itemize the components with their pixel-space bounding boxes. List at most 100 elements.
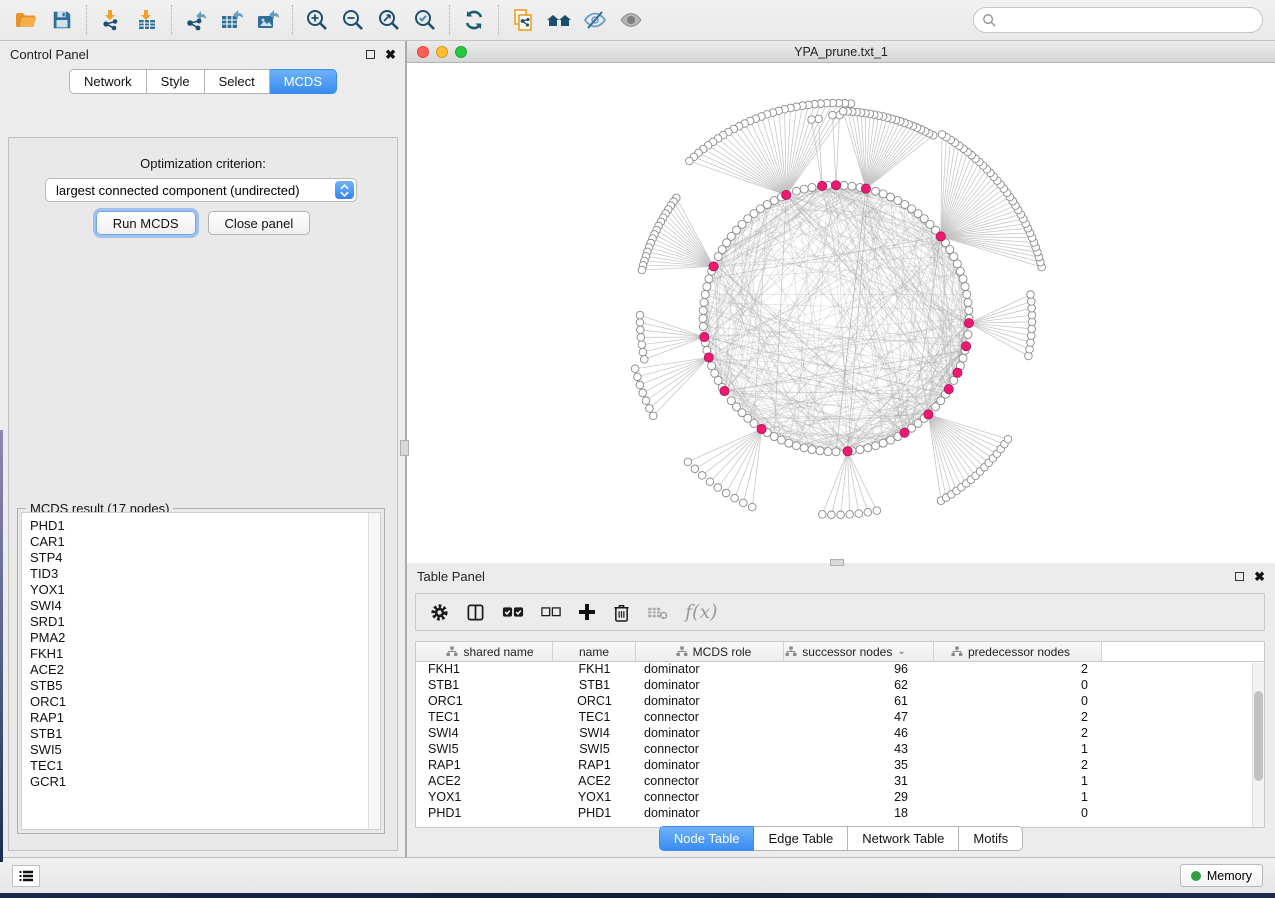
import-network-button[interactable] — [93, 4, 129, 36]
window-zoom-icon[interactable] — [455, 46, 467, 58]
mcds-list-scrollbar[interactable] — [368, 513, 380, 829]
cell-successor-nodes[interactable]: 96 — [784, 662, 934, 678]
column-header-shared-name[interactable]: shared name — [416, 642, 553, 661]
save-session-button[interactable] — [44, 4, 80, 36]
table-scrollbar[interactable] — [1252, 663, 1264, 827]
memory-button[interactable]: Memory — [1180, 864, 1263, 887]
function-builder-button[interactable]: f(x) — [685, 601, 718, 623]
mcds-result-item[interactable]: ORC1 — [30, 694, 372, 710]
cell-name[interactable]: TEC1 — [553, 710, 636, 726]
cell-successor-nodes[interactable]: 43 — [784, 742, 934, 758]
cell-predecessor-nodes[interactable]: 2 — [934, 662, 1102, 678]
table-row[interactable]: RAP1RAP1dominator352 — [416, 758, 1264, 774]
table-tab-node-table[interactable]: Node Table — [659, 826, 755, 851]
table-row[interactable]: SWI4SWI4dominator462 — [416, 726, 1264, 742]
cell-shared-name[interactable]: STB1 — [416, 678, 553, 694]
zoom-out-button[interactable] — [335, 4, 371, 36]
column-settings-button[interactable] — [430, 603, 449, 622]
cell-name[interactable]: RAP1 — [553, 758, 636, 774]
cell-successor-nodes[interactable]: 18 — [784, 806, 934, 822]
show-all-button[interactable] — [613, 4, 649, 36]
cell-MCDS-role[interactable]: dominator — [636, 726, 784, 742]
delete-row-button[interactable] — [613, 603, 630, 622]
export-table-button[interactable] — [214, 4, 250, 36]
mcds-result-item[interactable]: YOX1 — [30, 582, 372, 598]
cell-successor-nodes[interactable]: 47 — [784, 710, 934, 726]
cell-MCDS-role[interactable]: connector — [636, 790, 784, 806]
cell-shared-name[interactable]: RAP1 — [416, 758, 553, 774]
float-table-panel-icon[interactable] — [1235, 572, 1244, 581]
cell-name[interactable]: ORC1 — [553, 694, 636, 710]
horizontal-splitter-handle[interactable] — [830, 559, 844, 566]
select-all-button[interactable] — [502, 604, 524, 620]
mcds-result-list[interactable]: PHD1CAR1STP4TID3YOX1SWI4SRD1PMA2FKH1ACE2… — [22, 513, 380, 795]
cell-predecessor-nodes[interactable]: 2 — [934, 758, 1102, 774]
vertical-splitter-handle[interactable] — [400, 440, 409, 456]
mcds-result-item[interactable]: CAR1 — [30, 534, 372, 550]
cell-predecessor-nodes[interactable]: 1 — [934, 774, 1102, 790]
cell-successor-nodes[interactable]: 61 — [784, 694, 934, 710]
cell-MCDS-role[interactable]: connector — [636, 742, 784, 758]
export-image-button[interactable] — [250, 4, 286, 36]
cell-MCDS-role[interactable]: dominator — [636, 758, 784, 774]
mcds-result-item[interactable]: PHD1 — [30, 518, 372, 534]
cell-name[interactable]: SWI5 — [553, 742, 636, 758]
task-history-button[interactable] — [12, 865, 40, 887]
mcds-result-item[interactable]: SWI5 — [30, 742, 372, 758]
first-neighbors-button[interactable] — [541, 4, 577, 36]
search-box[interactable] — [973, 7, 1263, 33]
search-input[interactable] — [997, 10, 1262, 30]
delete-table-button[interactable] — [647, 605, 668, 620]
zoom-fit-button[interactable] — [371, 4, 407, 36]
cell-successor-nodes[interactable]: 35 — [784, 758, 934, 774]
table-row[interactable]: ACE2ACE2connector311 — [416, 774, 1264, 790]
mcds-result-item[interactable]: FKH1 — [30, 646, 372, 662]
criterion-dropdown[interactable]: largest connected component (undirected) — [45, 178, 357, 202]
mcds-result-item[interactable]: STB5 — [30, 678, 372, 694]
tab-style[interactable]: Style — [147, 69, 205, 94]
import-table-button[interactable] — [129, 4, 165, 36]
cell-name[interactable]: FKH1 — [553, 662, 636, 678]
column-header-predecessor-nodes[interactable]: predecessor nodes — [934, 642, 1102, 661]
mcds-result-item[interactable]: TEC1 — [30, 758, 372, 774]
cell-MCDS-role[interactable]: connector — [636, 774, 784, 790]
hide-selected-button[interactable] — [577, 4, 613, 36]
table-row[interactable]: PHD1PHD1dominator180 — [416, 806, 1264, 822]
float-panel-icon[interactable] — [366, 50, 375, 59]
mcds-result-item[interactable]: ACE2 — [30, 662, 372, 678]
refresh-layout-button[interactable] — [456, 4, 492, 36]
table-tab-edge-table[interactable]: Edge Table — [754, 826, 848, 851]
close-panel-button[interactable]: Close panel — [208, 211, 311, 235]
table-row[interactable]: STB1STB1dominator620 — [416, 678, 1264, 694]
close-table-panel-icon[interactable]: ✖ — [1254, 572, 1265, 581]
cell-shared-name[interactable]: SWI5 — [416, 742, 553, 758]
cell-predecessor-nodes[interactable]: 2 — [934, 726, 1102, 742]
cell-shared-name[interactable]: FKH1 — [416, 662, 553, 678]
cell-successor-nodes[interactable]: 31 — [784, 774, 934, 790]
mcds-result-item[interactable]: PMA2 — [30, 630, 372, 646]
window-close-icon[interactable] — [417, 46, 429, 58]
deselect-all-button[interactable] — [541, 605, 561, 619]
cell-predecessor-nodes[interactable]: 1 — [934, 742, 1102, 758]
table-row[interactable]: YOX1YOX1connector291 — [416, 790, 1264, 806]
show-columns-button[interactable] — [466, 603, 485, 622]
mcds-result-item[interactable]: TID3 — [30, 566, 372, 582]
cell-predecessor-nodes[interactable]: 0 — [934, 694, 1102, 710]
cell-shared-name[interactable]: ORC1 — [416, 694, 553, 710]
add-row-button[interactable] — [578, 603, 596, 621]
table-scrollbar-thumb[interactable] — [1254, 691, 1263, 781]
close-panel-icon[interactable]: ✖ — [385, 50, 396, 59]
cell-name[interactable]: STB1 — [553, 678, 636, 694]
cell-name[interactable]: PHD1 — [553, 806, 636, 822]
network-canvas[interactable] — [407, 63, 1275, 563]
mcds-result-item[interactable]: SWI4 — [30, 598, 372, 614]
mcds-result-item[interactable]: RAP1 — [30, 710, 372, 726]
cell-MCDS-role[interactable]: dominator — [636, 678, 784, 694]
cell-successor-nodes[interactable]: 46 — [784, 726, 934, 742]
column-header-successor-nodes[interactable]: successor nodes⌄ — [784, 642, 934, 661]
run-mcds-button[interactable]: Run MCDS — [96, 211, 196, 235]
cell-shared-name[interactable]: ACE2 — [416, 774, 553, 790]
cell-shared-name[interactable]: YOX1 — [416, 790, 553, 806]
cell-predecessor-nodes[interactable]: 0 — [934, 678, 1102, 694]
zoom-selected-button[interactable] — [407, 4, 443, 36]
